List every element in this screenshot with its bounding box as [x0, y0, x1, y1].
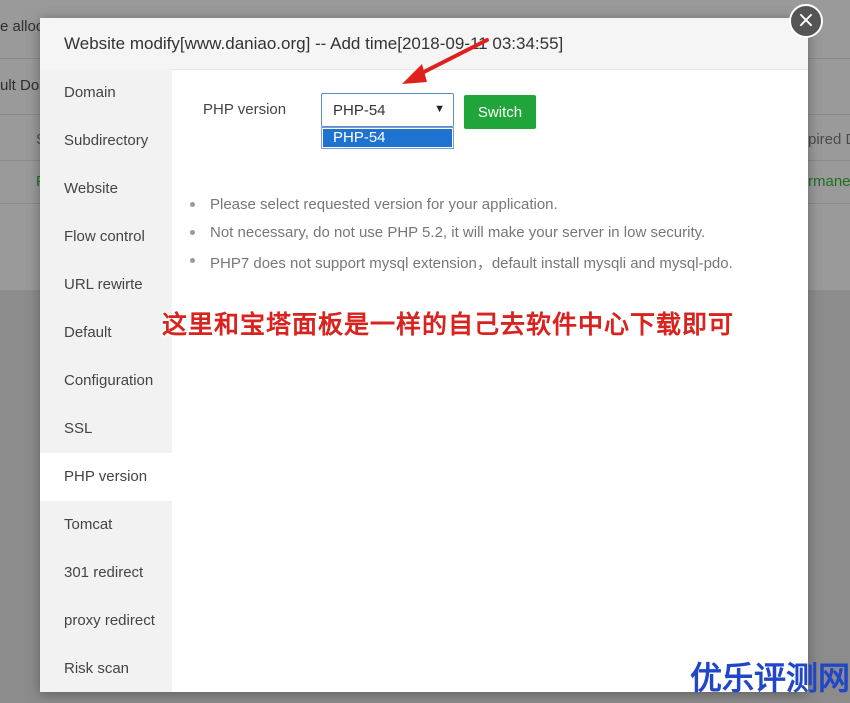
watermark-text: 优乐评测网 [690, 659, 850, 697]
annotation-text: 这里和宝塔面板是一样的自己去软件中心下载即可 [162, 310, 735, 339]
annotation-arrow-icon [402, 38, 489, 84]
